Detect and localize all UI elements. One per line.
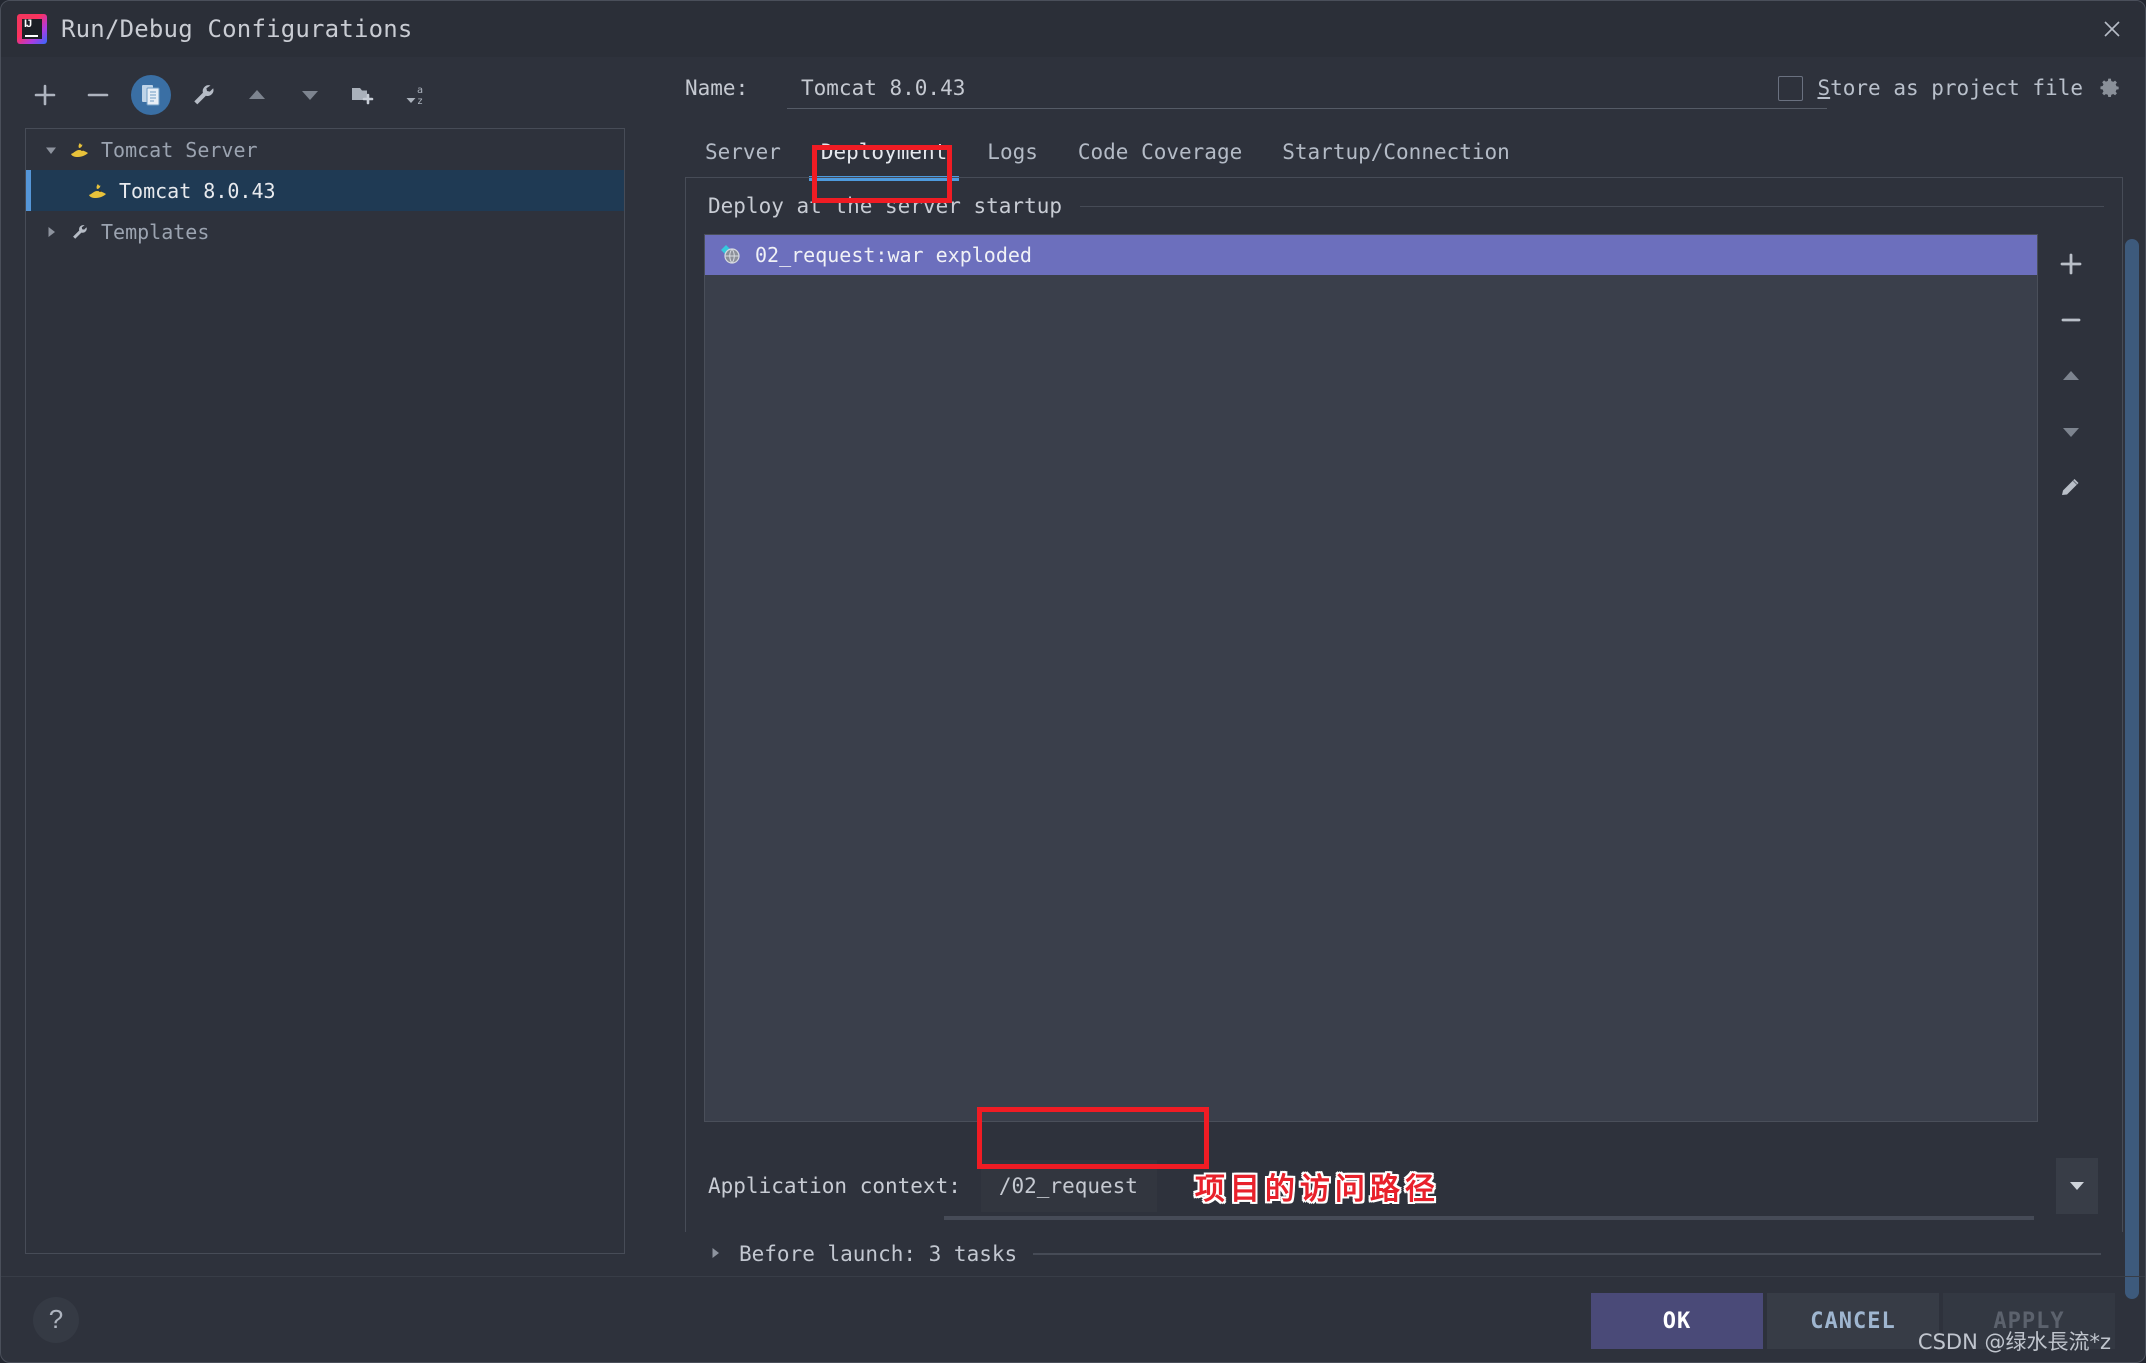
deploy-section-title: Deploy at the server startup xyxy=(708,194,1063,218)
tree-node-tomcat-server[interactable]: Tomcat Server xyxy=(26,129,624,170)
deployment-artifacts-list[interactable]: 02_request:war exploded xyxy=(704,234,2038,1122)
tab-logs[interactable]: Logs xyxy=(967,127,1058,177)
svg-text:a: a xyxy=(417,85,423,96)
name-row: Name: Tomcat 8.0.43 Store as project fil… xyxy=(671,57,2145,119)
tab-startup-connection[interactable]: Startup/Connection xyxy=(1262,127,1530,177)
store-as-project-file-checkbox[interactable] xyxy=(1778,75,1804,101)
vertical-scrollbar[interactable] xyxy=(2125,239,2139,1299)
add-artifact-button[interactable] xyxy=(2049,242,2093,286)
gear-icon[interactable] xyxy=(2097,75,2123,101)
configurations-toolbar: a z xyxy=(1,70,649,120)
twisty-collapsed-icon[interactable] xyxy=(707,1242,723,1266)
mnemonic-letter: S xyxy=(1817,76,1831,100)
chevron-down-icon[interactable] xyxy=(2056,1158,2098,1214)
move-artifact-up-button[interactable] xyxy=(2049,354,2093,398)
before-launch-section[interactable]: Before launch: 3 tasks xyxy=(685,1232,2123,1276)
deployment-tab-content: Deploy at the server startup 02_request:… xyxy=(685,177,2123,1232)
configurations-pane: a z Tomcat Server Tomcat 8.0.43 Template… xyxy=(1,57,649,1276)
page-title: Run/Debug Configurations xyxy=(61,14,413,43)
application-context-input[interactable]: /02_request xyxy=(980,1160,1157,1212)
wrench-icon[interactable] xyxy=(184,75,224,115)
twisty-expanded-icon[interactable] xyxy=(40,142,62,158)
move-down-button[interactable] xyxy=(290,75,330,115)
copy-configuration-button[interactable] xyxy=(131,75,171,115)
remove-configuration-button[interactable] xyxy=(78,75,118,115)
name-label: Name: xyxy=(685,76,749,100)
edit-artifact-button[interactable] xyxy=(2049,466,2093,510)
configuration-tabs: Server Deployment Logs Code Coverage Sta… xyxy=(671,119,2145,181)
application-context-label: Application context: xyxy=(708,1174,961,1198)
tab-deployment[interactable]: Deployment xyxy=(801,127,967,181)
cancel-button[interactable]: CANCEL xyxy=(1767,1293,1939,1349)
ok-button[interactable]: OK xyxy=(1591,1293,1763,1349)
tomcat-icon xyxy=(68,141,92,159)
svg-text:z: z xyxy=(417,96,423,107)
tree-node-label: Tomcat 8.0.43 xyxy=(119,178,276,203)
run-debug-configurations-dialog: IJ Run/Debug Configurations a z Tomcat S… xyxy=(0,0,2146,1363)
store-as-project-file-label[interactable]: Store as project file xyxy=(1817,76,2083,100)
tree-node-label: Templates xyxy=(101,219,210,244)
store-as-project-file-group: Store as project file xyxy=(1778,75,2123,101)
scrollbar-thumb[interactable] xyxy=(2125,239,2139,1299)
intellij-idea-logo-icon: IJ xyxy=(17,13,47,44)
move-up-button[interactable] xyxy=(237,75,277,115)
section-divider xyxy=(1080,205,2104,207)
chinese-annotation-note: 项目的访问路径 xyxy=(1194,1172,1440,1207)
wrench-icon xyxy=(68,223,92,241)
section-divider xyxy=(1033,1253,2101,1255)
add-configuration-button[interactable] xyxy=(25,75,65,115)
list-item-label: 02_request:war exploded xyxy=(755,243,1032,267)
field-underline xyxy=(944,1216,2034,1220)
new-folder-button[interactable] xyxy=(343,75,383,115)
application-context-row: Application context: /02_request 项目的访问路径 xyxy=(704,1140,2104,1232)
store-label-rest: tore as project file xyxy=(1830,76,2083,100)
tree-node-tomcat-8-0-43[interactable]: Tomcat 8.0.43 xyxy=(26,170,624,211)
title-bar: IJ Run/Debug Configurations xyxy=(1,1,2145,57)
close-icon[interactable] xyxy=(2079,1,2145,56)
remove-artifact-button[interactable] xyxy=(2049,298,2093,342)
tree-node-label: Tomcat Server xyxy=(101,137,258,162)
tomcat-icon xyxy=(86,182,110,200)
question-mark-icon[interactable]: ? xyxy=(33,1296,79,1343)
tab-code-coverage[interactable]: Code Coverage xyxy=(1058,127,1262,177)
before-launch-label: Before launch: 3 tasks xyxy=(739,1242,1018,1266)
deploy-area: 02_request:war exploded xyxy=(704,234,2104,1140)
dialog-footer: ? OK CANCEL APPLY CSDN @绿水長流*z xyxy=(1,1276,2145,1362)
deployment-list-toolbar xyxy=(2038,234,2104,1122)
watermark: CSDN @绿水長流*z xyxy=(1917,1330,2111,1354)
configuration-editor-pane: Name: Tomcat 8.0.43 Store as project fil… xyxy=(649,57,2145,1299)
tab-server[interactable]: Server xyxy=(685,127,801,177)
artifact-icon xyxy=(719,243,743,267)
deploy-section-header: Deploy at the server startup xyxy=(704,178,2104,234)
name-input[interactable]: Tomcat 8.0.43 xyxy=(787,67,1827,109)
tree-node-templates[interactable]: Templates xyxy=(26,211,624,252)
sort-az-icon[interactable]: a z xyxy=(396,75,436,115)
list-item[interactable]: 02_request:war exploded xyxy=(705,235,2037,275)
move-artifact-down-button[interactable] xyxy=(2049,410,2093,454)
configurations-tree[interactable]: Tomcat Server Tomcat 8.0.43 Templates xyxy=(25,128,625,1254)
twisty-collapsed-icon[interactable] xyxy=(40,224,62,240)
dialog-body: a z Tomcat Server Tomcat 8.0.43 Template… xyxy=(1,57,2145,1299)
